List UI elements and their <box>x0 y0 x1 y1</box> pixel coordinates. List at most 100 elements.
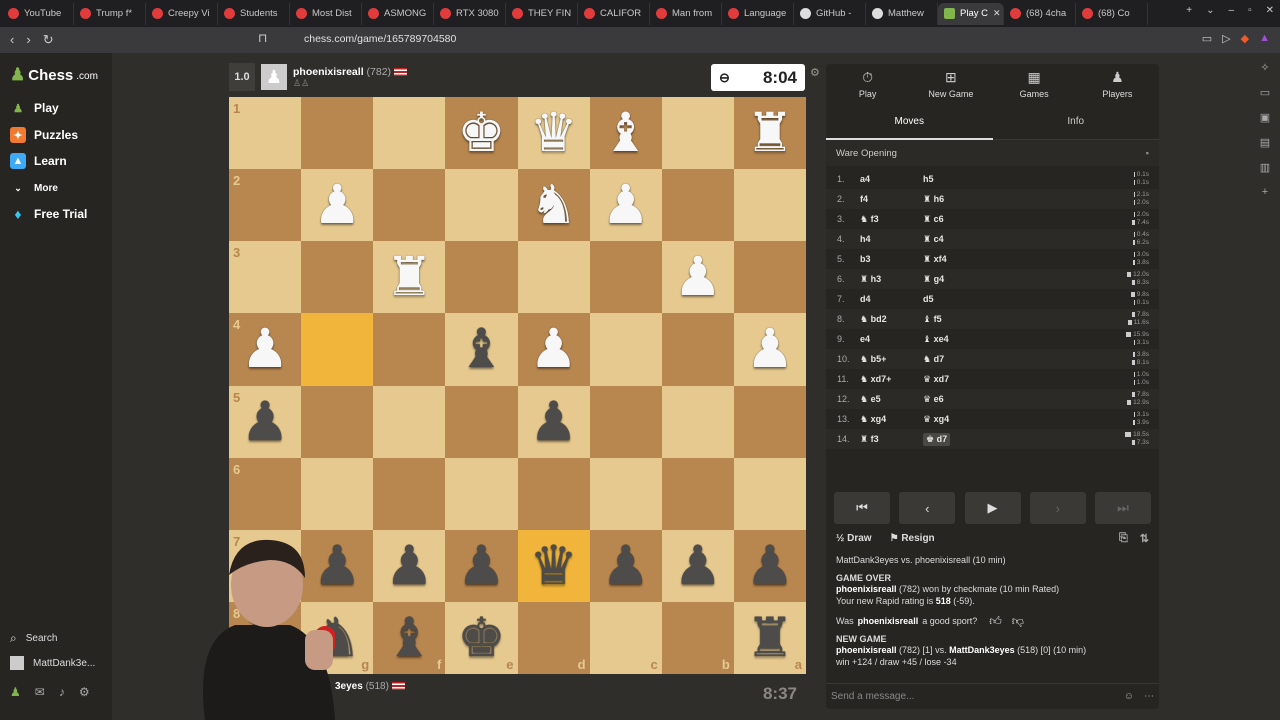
board-square[interactable]: 6 <box>229 457 302 530</box>
white-move[interactable]: ♜ f3 <box>860 434 923 445</box>
board-square[interactable]: ♟ <box>517 313 590 386</box>
board-square[interactable]: ♟ <box>661 529 734 602</box>
top-player-name[interactable]: phoenixisreall (782) <box>293 66 408 78</box>
board-square[interactable] <box>589 385 662 458</box>
board-square[interactable] <box>589 313 662 386</box>
black-move[interactable]: ♛ xd7 <box>923 374 1043 385</box>
settings-icon[interactable]: ⚙ <box>79 685 90 699</box>
browser-tab[interactable]: Students <box>218 2 290 25</box>
resign-button[interactable]: ⚑ Resign <box>890 533 935 544</box>
white-knight-icon[interactable]: ♞ <box>529 178 577 232</box>
more-icon[interactable]: ⋯ <box>1144 691 1154 702</box>
bookmark-icon[interactable]: ⊓ <box>258 31 267 45</box>
tab-play[interactable]: ⏱ Play <box>826 64 909 104</box>
winner-name[interactable]: phoenixisreall <box>836 584 897 594</box>
black-move[interactable]: ♞ d7 <box>923 354 1043 365</box>
board-square[interactable] <box>373 385 446 458</box>
chat-input[interactable]: Send a message... ☺ ⋯ <box>826 683 1159 709</box>
board-square[interactable]: ♞ <box>517 169 590 242</box>
thumbs-down-icon[interactable]: 👎︎ <box>1012 615 1024 628</box>
bell-icon[interactable]: ♪ <box>59 685 65 699</box>
leo-icon[interactable]: ✧ <box>1260 61 1269 74</box>
board-square[interactable]: c <box>589 601 662 674</box>
black-king-icon[interactable]: ♚ <box>457 610 505 665</box>
board-square[interactable]: ♝ <box>445 313 518 386</box>
board-settings-icon[interactable]: ⚙ <box>810 66 820 79</box>
mail-icon[interactable]: ✉ <box>35 685 45 699</box>
board-square[interactable]: e ♚ <box>445 601 518 674</box>
black-bishop-icon[interactable]: ♝ <box>457 322 505 376</box>
board-square[interactable] <box>733 169 806 242</box>
minimize-icon[interactable]: – <box>1229 5 1235 16</box>
black-pawn-icon[interactable]: ♟ <box>385 538 433 593</box>
black-pawn-icon[interactable]: ♟ <box>601 538 649 593</box>
board-square[interactable]: ♟ <box>301 169 374 242</box>
maximize-icon[interactable]: ▫ <box>1248 5 1252 16</box>
black-move[interactable]: d5 <box>923 294 1043 304</box>
back-icon[interactable]: ‹ <box>10 32 14 48</box>
black-move[interactable]: ♝ xe4 <box>923 334 1043 345</box>
board-square[interactable]: ♜ <box>373 241 446 314</box>
board-square[interactable]: ♛ <box>517 97 590 170</box>
board-square[interactable] <box>445 385 518 458</box>
black-move[interactable]: ♚ d7 <box>923 432 1043 446</box>
sidebar-item-learn[interactable]: ▲ Learn <box>10 153 67 169</box>
white-move[interactable]: ♞ e5 <box>860 394 923 405</box>
white-move[interactable]: ♞ bd2 <box>860 314 923 325</box>
board-square[interactable]: b <box>661 601 734 674</box>
black-pawn-icon[interactable]: ♟ <box>674 538 722 593</box>
board-square[interactable] <box>661 385 734 458</box>
board-square[interactable] <box>445 457 518 530</box>
browser-tab[interactable]: Creepy Vi <box>146 2 218 25</box>
black-pawn-icon[interactable]: ♟ <box>746 538 794 593</box>
board-square[interactable]: ♝ <box>589 97 662 170</box>
black-move[interactable]: ♜ h6 <box>923 194 1043 205</box>
white-pawn-icon[interactable]: ♟ <box>241 322 289 376</box>
add-panel-icon[interactable]: + <box>1262 186 1268 198</box>
avatar[interactable]: ♟ <box>261 64 287 90</box>
board-square[interactable]: ♜ <box>733 97 806 170</box>
flip-board-icon[interactable]: ⇅ <box>1140 532 1149 545</box>
browser-tab[interactable]: ASMONG <box>362 2 434 25</box>
board-square[interactable] <box>589 457 662 530</box>
board-square[interactable] <box>661 313 734 386</box>
board-square[interactable] <box>301 241 374 314</box>
black-pawn-icon[interactable]: ♟ <box>457 538 505 593</box>
browser-tab[interactable]: Man from <box>650 2 722 25</box>
board-square[interactable] <box>373 169 446 242</box>
previous-move-button[interactable]: ‹ <box>899 492 956 524</box>
black-move[interactable]: ♜ c4 <box>923 234 1043 245</box>
board-square[interactable]: 5 ♟ <box>229 385 302 458</box>
first-move-button[interactable]: ⏮ <box>834 492 890 524</box>
white-pawn-icon[interactable]: ♟ <box>529 322 577 376</box>
board-square[interactable]: ♟ <box>661 241 734 314</box>
board-square[interactable]: 2 <box>229 169 302 242</box>
white-king-icon[interactable]: ♚ <box>457 106 505 160</box>
sidebar-item-free-trial[interactable]: ♦ Free Trial <box>10 206 87 222</box>
board-square[interactable]: ♟ <box>733 529 806 602</box>
sidebar-item-play[interactable]: ♟ Play <box>10 100 59 116</box>
board-square[interactable] <box>661 457 734 530</box>
brave-shield-icon[interactable]: ◆ <box>1241 32 1249 45</box>
browser-tab[interactable]: THEY FIN <box>506 2 578 25</box>
black-move[interactable]: ♛ e6 <box>923 394 1043 405</box>
bottom-player-name[interactable]: 3eyes (518) <box>335 681 405 692</box>
rewards-icon[interactable]: ▲ <box>1259 32 1270 45</box>
white-move[interactable]: b3 <box>860 254 923 264</box>
tab-players[interactable]: ♟ Players <box>1076 64 1159 104</box>
board-square[interactable] <box>373 457 446 530</box>
board-square[interactable]: ♟ <box>445 529 518 602</box>
black-move[interactable]: ♝ f5 <box>923 314 1043 325</box>
play-moves-button[interactable]: ▶ <box>964 492 1021 524</box>
black-move[interactable]: h5 <box>923 174 1043 184</box>
sidebar-user[interactable]: MattDank3e... <box>10 656 95 670</box>
chesscom-logo[interactable]: ♟ Chess .com <box>10 65 98 85</box>
sidebar-search[interactable]: ⌕ Search <box>10 631 57 646</box>
board-square[interactable]: d <box>517 601 590 674</box>
board-square[interactable] <box>517 241 590 314</box>
new-tab-icon[interactable]: + <box>1186 5 1192 16</box>
wallet-icon[interactable]: ▣ <box>1260 111 1270 124</box>
browser-tab[interactable]: Matthew <box>866 2 938 25</box>
browser-tab[interactable]: RTX 3080 <box>434 2 506 25</box>
board-square[interactable] <box>733 241 806 314</box>
